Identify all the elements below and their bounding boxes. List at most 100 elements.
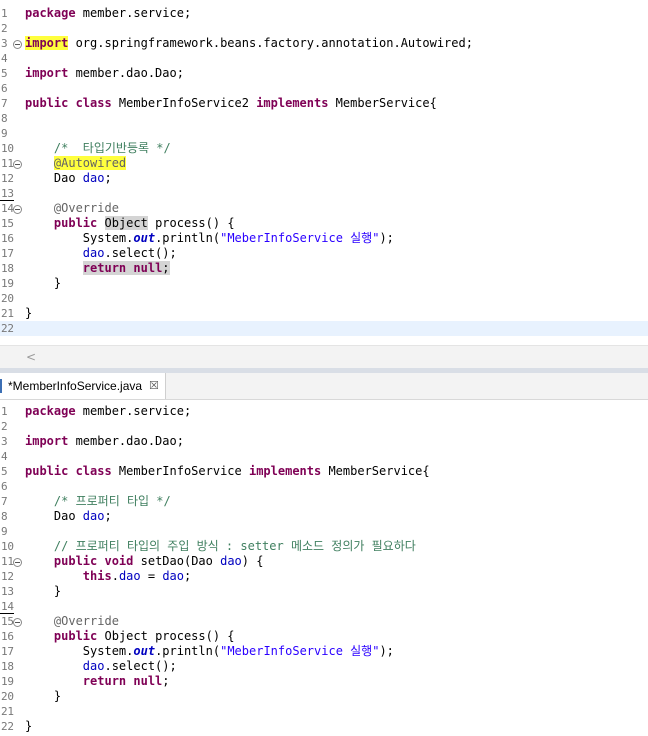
line-gutter[interactable]: 13 <box>0 186 22 201</box>
code-line[interactable]: 11 public void setDao(Dao dao) { <box>0 554 648 569</box>
code-text[interactable]: System.out.println("MeberInfoService 실행"… <box>25 231 394 246</box>
code-line[interactable]: 7 public class MemberInfoService2 impleme… <box>0 96 648 111</box>
line-gutter[interactable]: 16 <box>0 629 22 644</box>
code-line[interactable]: 19 } <box>0 276 648 291</box>
line-gutter[interactable]: 19 <box>0 674 22 689</box>
code-text[interactable]: public Object process() { <box>25 216 235 231</box>
line-gutter[interactable]: 5 <box>0 464 22 479</box>
line-gutter[interactable]: 8 <box>0 111 22 126</box>
code-line[interactable]: 12 Dao dao; <box>0 171 648 186</box>
code-area[interactable]: 1 package member.service; 2 3 import member.… <box>0 404 648 734</box>
line-gutter[interactable]: 3 <box>0 434 22 449</box>
line-gutter[interactable]: 9 <box>0 126 22 141</box>
code-line[interactable]: 20 <box>0 291 648 306</box>
code-line[interactable]: 15 @Override <box>0 614 648 629</box>
code-text[interactable]: return null; <box>25 674 170 689</box>
code-line[interactable]: 3 import member.dao.Dao; <box>0 434 648 449</box>
code-text[interactable]: public class MemberInfoService implement… <box>25 464 430 479</box>
code-line[interactable]: 10 // 프로퍼티 타입의 주입 방식 : setter 메소드 정의가 필요… <box>0 539 648 554</box>
code-line[interactable]: 6 <box>0 81 648 96</box>
line-gutter[interactable]: 2 <box>0 21 22 36</box>
code-text[interactable]: } <box>25 306 32 321</box>
code-line[interactable]: 13 <box>0 186 648 201</box>
fold-collapse-icon[interactable] <box>13 160 22 169</box>
horizontal-scrollbar[interactable]: < <box>0 345 648 369</box>
code-line[interactable]: 21 <box>0 704 648 719</box>
fold-collapse-icon[interactable] <box>13 558 22 567</box>
line-gutter[interactable]: 9 <box>0 524 22 539</box>
code-text[interactable]: dao.select(); <box>25 659 177 674</box>
code-text[interactable]: @Override <box>25 614 119 629</box>
code-text[interactable]: } <box>25 719 32 734</box>
code-line[interactable]: 8 Dao dao; <box>0 509 648 524</box>
code-line[interactable]: 21} <box>0 306 648 321</box>
line-gutter[interactable]: 7 <box>0 494 22 509</box>
code-text[interactable]: @Autowired <box>25 156 127 171</box>
code-text[interactable]: @Override <box>25 201 119 216</box>
line-gutter[interactable]: 21 <box>0 704 22 719</box>
code-text[interactable]: this.dao = dao; <box>25 569 191 584</box>
tab-label[interactable]: *MemberInfoService.java <box>8 379 142 393</box>
line-gutter[interactable]: 18 <box>0 659 22 674</box>
code-line[interactable]: 12 this.dao = dao; <box>0 569 648 584</box>
line-gutter[interactable]: 14 <box>0 599 22 614</box>
code-text[interactable]: } <box>25 689 61 704</box>
code-line[interactable]: 16 public Object process() { <box>0 629 648 644</box>
line-gutter[interactable]: 4 <box>0 51 22 66</box>
code-line[interactable]: 2 <box>0 419 648 434</box>
code-line[interactable]: 10 /* 타입기반등록 */ <box>0 141 648 156</box>
line-gutter[interactable]: 8 <box>0 509 22 524</box>
line-gutter[interactable]: 12 <box>0 171 22 186</box>
line-gutter[interactable]: 12 <box>0 569 22 584</box>
code-line[interactable]: 5 import member.dao.Dao; <box>0 66 648 81</box>
code-text[interactable]: /* 타입기반등록 */ <box>25 141 171 156</box>
code-line[interactable]: 20 } <box>0 689 648 704</box>
code-line[interactable]: 4 <box>0 449 648 464</box>
fold-collapse-icon[interactable] <box>13 205 22 214</box>
code-text[interactable]: package member.service; <box>25 404 191 419</box>
code-line[interactable]: 22 <box>0 321 648 336</box>
code-line[interactable]: 9 <box>0 524 648 539</box>
code-text[interactable]: public void setDao(Dao dao) { <box>25 554 264 569</box>
line-gutter[interactable]: 6 <box>0 81 22 96</box>
line-gutter[interactable]: 13 <box>0 584 22 599</box>
line-gutter[interactable]: 16 <box>0 231 22 246</box>
code-text[interactable]: return null; <box>25 261 170 276</box>
code-line[interactable]: 18 return null; <box>0 261 648 276</box>
code-line[interactable]: 1 package member.service; <box>0 6 648 21</box>
line-gutter[interactable]: 20 <box>0 689 22 704</box>
line-gutter[interactable]: 14 <box>0 201 22 216</box>
code-line[interactable]: 15 public Object process() { <box>0 216 648 231</box>
line-gutter[interactable]: 10 <box>0 141 22 156</box>
code-line[interactable]: 18 dao.select(); <box>0 659 648 674</box>
code-line[interactable]: 2 <box>0 21 648 36</box>
line-gutter[interactable]: 3 <box>0 36 22 51</box>
line-gutter[interactable]: 1 <box>0 6 22 21</box>
line-gutter[interactable]: 4 <box>0 449 22 464</box>
line-gutter[interactable]: 17 <box>0 246 22 261</box>
code-text[interactable]: public Object process() { <box>25 629 235 644</box>
code-line[interactable]: 6 <box>0 479 648 494</box>
code-text[interactable]: } <box>25 584 61 599</box>
code-line[interactable]: 8 <box>0 111 648 126</box>
line-gutter[interactable]: 10 <box>0 539 22 554</box>
code-text[interactable]: import org.springframework.beans.factory… <box>25 36 473 51</box>
line-gutter[interactable]: 20 <box>0 291 22 306</box>
code-line[interactable]: 4 <box>0 51 648 66</box>
code-text[interactable]: // 프로퍼티 타입의 주입 방식 : setter 메소드 정의가 필요하다 <box>25 539 416 554</box>
code-text[interactable]: import member.dao.Dao; <box>25 66 184 81</box>
code-line[interactable]: 5 public class MemberInfoService implemen… <box>0 464 648 479</box>
code-line[interactable]: 22} <box>0 719 648 734</box>
line-gutter[interactable]: 22 <box>0 719 22 734</box>
code-text[interactable]: System.out.println("MeberInfoService 실행"… <box>25 644 394 659</box>
line-gutter[interactable]: 15 <box>0 614 22 629</box>
editor-pane-member-info-service[interactable]: *MemberInfoService.java ☒ 1 package membe… <box>0 373 648 736</box>
line-gutter[interactable]: 7 <box>0 96 22 111</box>
line-gutter[interactable]: 21 <box>0 306 22 321</box>
editor-pane-member-info-service2[interactable]: 1 package member.service; 2 3 import org.spr… <box>0 0 648 369</box>
fold-collapse-icon[interactable] <box>13 40 22 49</box>
code-line[interactable]: 3 import org.springframework.beans.factor… <box>0 36 648 51</box>
code-line[interactable]: 16 System.out.println("MeberInfoService … <box>0 231 648 246</box>
line-gutter[interactable]: 17 <box>0 644 22 659</box>
code-line[interactable]: 17 System.out.println("MeberInfoService … <box>0 644 648 659</box>
